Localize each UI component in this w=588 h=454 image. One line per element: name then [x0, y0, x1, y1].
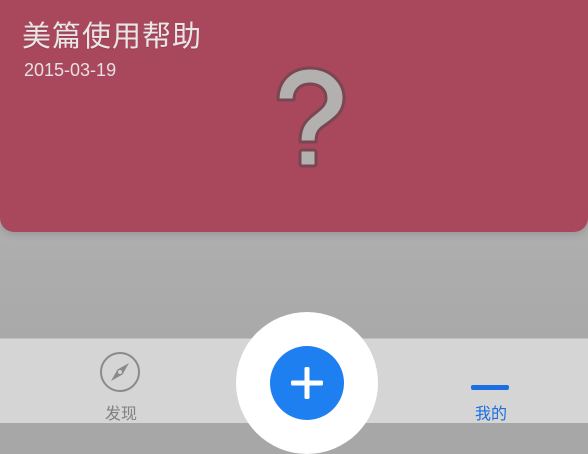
tab-mine[interactable]: 我的: [466, 380, 516, 423]
plus-icon: [291, 367, 323, 399]
profile-icon: [471, 385, 509, 390]
tab-discover-label: 发现: [104, 404, 137, 423]
compass-icon: [100, 352, 140, 392]
tab-mine-label: 我的: [474, 404, 507, 423]
help-article-card[interactable]: 美篇使用帮助 2015-03-19: [0, 0, 588, 232]
add-article-button[interactable]: [270, 346, 344, 420]
tab-discover[interactable]: 发现: [96, 350, 146, 423]
card-date: 2015-03-19: [24, 60, 117, 80]
card-title: 美篇使用帮助: [22, 19, 203, 53]
question-mark-icon: [276, 66, 346, 168]
